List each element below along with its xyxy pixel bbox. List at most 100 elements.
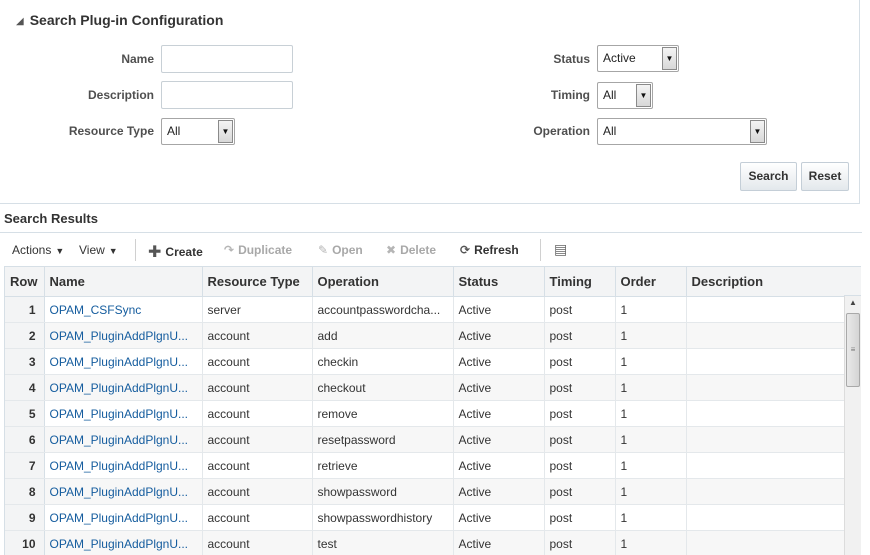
operation-cell: add <box>312 322 454 349</box>
table-header-corner <box>844 266 861 296</box>
scroll-up-arrow-icon[interactable]: ▲ <box>845 296 861 310</box>
name-link[interactable]: OPAM_PluginAddPlgnU... <box>44 478 203 505</box>
table-row[interactable]: 7 OPAM_PluginAddPlgnU... account retriev… <box>5 452 846 479</box>
resource-type-cell: account <box>202 348 313 375</box>
actions-menu-label: Actions <box>12 243 52 257</box>
operation-cell: showpasswordhistory <box>312 504 454 531</box>
caret-down-icon: ▼ <box>55 246 65 256</box>
table-row[interactable]: 2 OPAM_PluginAddPlgnU... account add Act… <box>5 322 846 349</box>
column-header-status[interactable]: Status <box>453 266 545 297</box>
table-row[interactable]: 9 OPAM_PluginAddPlgnU... account showpas… <box>5 504 846 531</box>
detach-table-icon[interactable]: ▤ <box>554 241 567 258</box>
operation-cell: resetpassword <box>312 426 454 453</box>
column-header-operation[interactable]: Operation <box>312 266 454 297</box>
order-cell: 1 <box>615 322 687 349</box>
search-panel-header[interactable]: ◢ Search Plug-in Configuration <box>16 12 223 28</box>
row-number: 6 <box>5 426 45 453</box>
order-cell: 1 <box>615 348 687 375</box>
order-cell: 1 <box>615 530 687 555</box>
resource-type-cell: account <box>202 322 313 349</box>
duplicate-button[interactable]: ↷ Duplicate <box>224 243 292 257</box>
search-results-title: Search Results <box>4 211 98 226</box>
chevron-down-icon[interactable]: ▼ <box>662 47 677 70</box>
search-panel-title: Search Plug-in Configuration <box>29 12 224 28</box>
resource-type-cell: server <box>202 296 313 323</box>
delete-x-icon: ✖ <box>386 243 397 257</box>
table-row[interactable]: 5 OPAM_PluginAddPlgnU... account remove … <box>5 400 846 427</box>
resource-type-cell: account <box>202 452 313 479</box>
operation-select[interactable]: All ▼ <box>597 118 767 145</box>
scroll-thumb[interactable]: ≡ <box>846 313 860 387</box>
timing-select[interactable]: All ▼ <box>597 82 653 109</box>
resource-type-select[interactable]: All ▼ <box>161 118 235 145</box>
table-row[interactable]: 10 OPAM_PluginAddPlgnU... account test A… <box>5 530 846 555</box>
timing-cell: post <box>544 504 616 531</box>
caret-down-icon: ▼ <box>108 246 118 256</box>
order-cell: 1 <box>615 426 687 453</box>
pencil-icon: ✎ <box>318 243 329 257</box>
name-link[interactable]: OPAM_PluginAddPlgnU... <box>44 348 203 375</box>
name-link[interactable]: OPAM_PluginAddPlgnU... <box>44 374 203 401</box>
reset-button[interactable]: Reset <box>801 162 849 191</box>
table-row[interactable]: 4 OPAM_PluginAddPlgnU... account checkou… <box>5 374 846 401</box>
description-input[interactable] <box>161 81 293 109</box>
toolbar-divider <box>135 239 136 261</box>
name-link[interactable]: OPAM_PluginAddPlgnU... <box>44 426 203 453</box>
table-row[interactable]: 3 OPAM_PluginAddPlgnU... account checkin… <box>5 348 846 375</box>
collapse-triangle-icon[interactable]: ◢ <box>16 16 24 27</box>
operation-cell: showpassword <box>312 478 454 505</box>
table-row[interactable]: 8 OPAM_PluginAddPlgnU... account showpas… <box>5 478 846 505</box>
column-header-timing[interactable]: Timing <box>544 266 616 297</box>
open-label: Open <box>332 243 363 257</box>
column-header-order[interactable]: Order <box>615 266 687 297</box>
operation-cell: accountpasswordcha... <box>312 296 454 323</box>
vertical-scrollbar[interactable]: ▲ ≡ <box>844 296 861 555</box>
timing-cell: post <box>544 530 616 555</box>
resource-type-value: All <box>167 124 181 138</box>
name-link[interactable]: OPAM_PluginAddPlgnU... <box>44 322 203 349</box>
timing-cell: post <box>544 296 616 323</box>
refresh-button[interactable]: ⟳ Refresh <box>460 243 519 257</box>
column-header-resource-type[interactable]: Resource Type <box>202 266 313 297</box>
row-number: 1 <box>5 296 45 323</box>
actions-menu[interactable]: Actions ▼ <box>12 243 64 257</box>
resource-type-cell: account <box>202 400 313 427</box>
status-select[interactable]: Active ▼ <box>597 45 679 72</box>
description-cell <box>686 478 846 505</box>
order-cell: 1 <box>615 452 687 479</box>
column-header-description[interactable]: Description <box>686 266 846 297</box>
name-label: Name <box>121 52 154 66</box>
timing-cell: post <box>544 400 616 427</box>
delete-button[interactable]: ✖ Delete <box>386 243 436 257</box>
row-number: 2 <box>5 322 45 349</box>
description-cell <box>686 374 846 401</box>
open-button[interactable]: ✎ Open <box>318 243 363 257</box>
name-link[interactable]: OPAM_CSFSync <box>44 296 203 323</box>
resource-type-cell: account <box>202 478 313 505</box>
column-header-row[interactable]: Row <box>5 266 45 297</box>
description-cell <box>686 530 846 555</box>
timing-value: All <box>603 88 617 102</box>
chevron-down-icon[interactable]: ▼ <box>750 120 765 143</box>
status-label: Status <box>553 52 590 66</box>
chevron-down-icon[interactable]: ▼ <box>218 120 233 143</box>
column-header-name[interactable]: Name <box>44 266 203 297</box>
search-button[interactable]: Search <box>740 162 797 191</box>
duplicate-label: Duplicate <box>238 243 293 257</box>
name-link[interactable]: OPAM_PluginAddPlgnU... <box>44 504 203 531</box>
table-row[interactable]: 1 OPAM_CSFSync server accountpasswordcha… <box>5 296 846 323</box>
chevron-down-icon[interactable]: ▼ <box>636 84 651 107</box>
status-cell: Active <box>453 374 545 401</box>
name-link[interactable]: OPAM_PluginAddPlgnU... <box>44 530 203 555</box>
status-cell: Active <box>453 296 545 323</box>
name-link[interactable]: OPAM_PluginAddPlgnU... <box>44 452 203 479</box>
name-input[interactable] <box>161 45 293 73</box>
delete-label: Delete <box>400 243 437 257</box>
name-link[interactable]: OPAM_PluginAddPlgnU... <box>44 400 203 427</box>
timing-cell: post <box>544 478 616 505</box>
view-menu[interactable]: View ▼ <box>79 243 118 257</box>
create-button[interactable]: ✚ Create <box>148 241 203 261</box>
status-cell: Active <box>453 348 545 375</box>
table-row[interactable]: 6 OPAM_PluginAddPlgnU... account resetpa… <box>5 426 846 453</box>
resource-type-cell: account <box>202 426 313 453</box>
